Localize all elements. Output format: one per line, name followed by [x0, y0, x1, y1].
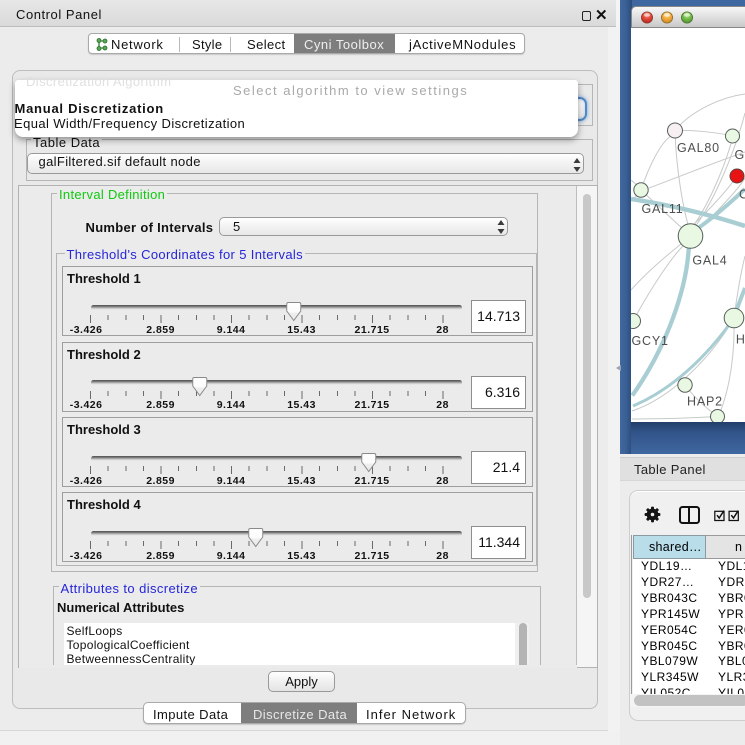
svg-text:G.: G. [735, 148, 745, 162]
svg-text:C: C [739, 188, 745, 202]
svg-text:GAL4: GAL4 [692, 253, 727, 267]
svg-text:GAL11: GAL11 [642, 202, 684, 216]
svg-text:GAL80: GAL80 [677, 141, 720, 155]
svg-text:HAP2: HAP2 [687, 395, 723, 409]
svg-text:GCY1: GCY1 [632, 334, 669, 348]
svg-text:H: H [736, 333, 745, 347]
